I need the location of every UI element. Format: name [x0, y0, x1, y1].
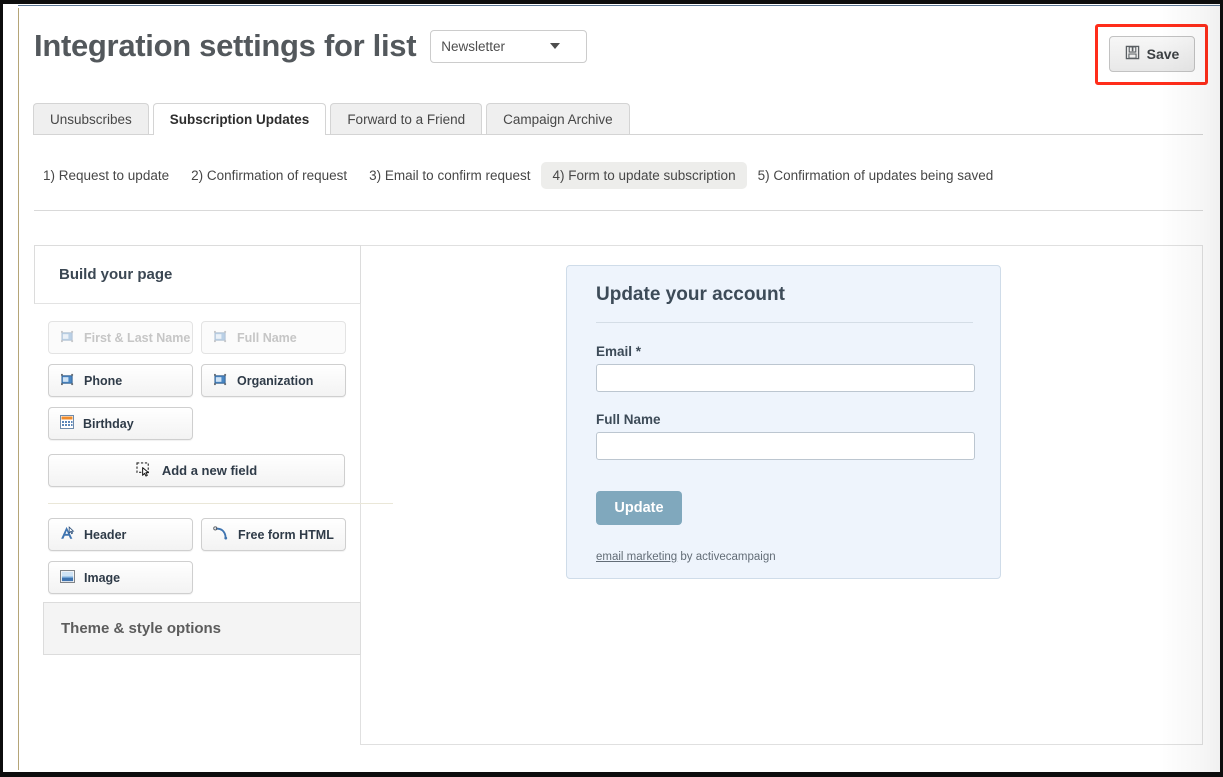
header-text-icon [60, 526, 75, 543]
add-field-label: Add a new field [161, 463, 258, 478]
left-rule [18, 8, 19, 770]
page-header: Integration settings for list Newsletter [34, 28, 588, 64]
step-1-request-to-update[interactable]: 1) Request to update [32, 162, 180, 189]
text-field-icon [213, 330, 228, 346]
block-label: Header [84, 527, 127, 542]
free-form-html-icon [213, 526, 229, 543]
page-title: Integration settings for list [34, 28, 417, 63]
field-label: Phone [84, 373, 123, 388]
floppy-disk-icon [1125, 45, 1140, 63]
step-navigation: 1) Request to update 2) Confirmation of … [32, 162, 1004, 189]
tab-subscription-updates[interactable]: Subscription Updates [152, 103, 327, 135]
save-button-highlight: Save [1095, 24, 1208, 85]
builder-field-list: First & Last Name Full Name Phone Organi… [34, 304, 361, 440]
block-image[interactable]: Image [48, 561, 193, 594]
text-field-icon [60, 373, 75, 389]
form-footer-text: by activecampaign [677, 551, 776, 563]
field-row: Phone Organization [48, 364, 361, 397]
build-your-page-panel: Build your page First & Last Name Full N… [34, 245, 393, 604]
block-free-form-html[interactable]: Free form HTML [201, 518, 346, 551]
list-select-dropdown[interactable]: Newsletter [430, 29, 588, 63]
email-marketing-link[interactable]: email marketing [596, 551, 677, 563]
text-field-icon [213, 373, 228, 389]
page-canvas: Integration settings for list Newsletter… [3, 4, 1220, 772]
theme-panel-label: Theme & style options [61, 620, 222, 637]
field-row: Birthday [48, 407, 361, 440]
block-row: Image [48, 561, 361, 594]
form-footer: email marketing by activecampaign [596, 551, 776, 563]
full-name-field-label: Full Name [596, 412, 661, 427]
chevron-down-icon [550, 43, 561, 49]
form-title-rule [596, 322, 973, 323]
step-4-form-to-update-subscription[interactable]: 4) Form to update subscription [541, 162, 747, 189]
field-row: First & Last Name Full Name [48, 321, 361, 354]
tab-forward-to-a-friend[interactable]: Forward to a Friend [330, 103, 483, 135]
step-2-confirmation-of-request[interactable]: 2) Confirmation of request [180, 162, 358, 189]
full-name-input[interactable] [596, 432, 975, 460]
calendar-icon [60, 415, 74, 432]
top-rule [18, 5, 1220, 6]
field-first-last-name[interactable]: First & Last Name [48, 321, 193, 354]
update-submit-button[interactable]: Update [596, 491, 682, 525]
add-field-cursor-icon [136, 461, 153, 480]
block-label: Free form HTML [238, 527, 334, 542]
image-icon [60, 569, 75, 586]
field-organization[interactable]: Organization [201, 364, 346, 397]
block-row: Header Free form HTML [48, 518, 361, 551]
form-title: Update your account [596, 284, 785, 305]
update-account-form-preview: Update your account Email * Full Name Up… [566, 265, 1001, 579]
field-full-name[interactable]: Full Name [201, 321, 346, 354]
block-header[interactable]: Header [48, 518, 193, 551]
settings-tabs: Unsubscribes Subscription Updates Forwar… [33, 103, 634, 135]
theme-and-style-options-panel[interactable]: Theme & style options [43, 602, 361, 655]
field-label: Full Name [237, 330, 297, 345]
builder-panel-title: Build your page [34, 245, 361, 304]
list-select-value: Newsletter [441, 38, 506, 54]
browser-window: Integration settings for list Newsletter… [0, 0, 1223, 777]
text-field-icon [60, 330, 75, 346]
field-label: First & Last Name [84, 330, 191, 345]
tab-campaign-archive[interactable]: Campaign Archive [486, 103, 630, 135]
field-birthday[interactable]: Birthday [48, 407, 193, 440]
save-button[interactable]: Save [1109, 36, 1195, 72]
field-label: Birthday [83, 416, 134, 431]
steps-divider [34, 210, 1203, 211]
tab-unsubscribes[interactable]: Unsubscribes [33, 103, 149, 135]
step-3-email-to-confirm-request[interactable]: 3) Email to confirm request [358, 162, 541, 189]
field-phone[interactable]: Phone [48, 364, 193, 397]
email-field-label: Email * [596, 344, 642, 359]
builder-block-list: Header Free form HTML Image [34, 504, 361, 594]
block-label: Image [84, 570, 121, 585]
step-5-confirmation-of-updates-being-saved[interactable]: 5) Confirmation of updates being saved [747, 162, 1005, 189]
save-button-label: Save [1146, 46, 1180, 62]
add-a-new-field-button[interactable]: Add a new field [48, 454, 345, 487]
field-label: Organization [237, 373, 314, 388]
email-input[interactable] [596, 364, 975, 392]
